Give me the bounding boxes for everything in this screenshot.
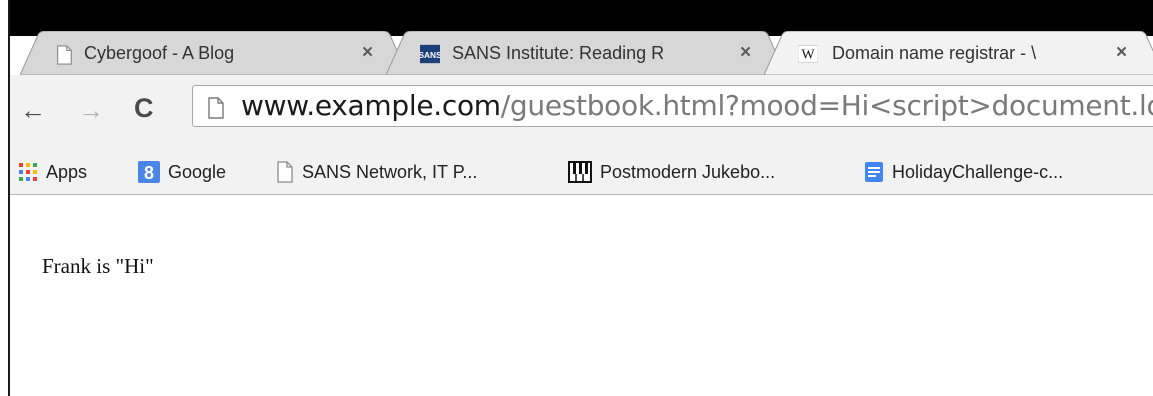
bookmark-google[interactable]: 8 Google: [138, 159, 226, 185]
page-content: Frank is "Hi": [10, 196, 1153, 396]
google-icon: 8: [138, 161, 160, 183]
wikipedia-icon: W: [798, 45, 818, 63]
page-icon: [208, 97, 224, 119]
sans-logo-icon: SANS: [420, 44, 440, 64]
page-icon: [57, 45, 72, 65]
url-path: /guestbook.html?mood=Hi<script>document.…: [500, 89, 1153, 122]
tab-domain-registrar[interactable]: W Domain name registrar - \ ×: [764, 31, 1153, 75]
forward-button[interactable]: →: [78, 95, 104, 126]
tab-title: Cybergoof - A Blog: [84, 43, 235, 63]
svg-text:W: W: [801, 47, 815, 62]
bookmark-apps[interactable]: Apps: [18, 159, 87, 185]
tab-title: SANS Institute: Reading R: [452, 43, 665, 63]
bookmark-label: SANS Network, IT P...: [302, 161, 478, 182]
close-icon[interactable]: ×: [740, 42, 751, 64]
address-bar[interactable]: www.example.com/guestbook.html?mood=Hi<s…: [192, 85, 1153, 127]
browser-window: Cybergoof - A Blog × SANS SANS Institute…: [10, 0, 1153, 396]
bookmarks-bar: Apps 8 Google SANS Network, IT P... Post…: [10, 151, 1153, 195]
reload-button[interactable]: C: [134, 93, 154, 124]
bookmark-sans-network[interactable]: SANS Network, IT P...: [276, 159, 477, 185]
url-host: www.example.com: [241, 89, 501, 122]
piano-icon: [568, 161, 592, 183]
bookmark-label: HolidayChallenge-c...: [892, 161, 1064, 182]
bookmark-label: Google: [168, 161, 227, 182]
guestbook-message: Frank is "Hi": [42, 254, 154, 278]
bookmark-postmodern-jukebox[interactable]: Postmodern Jukebo...: [568, 159, 775, 185]
tab-cybergoof[interactable]: Cybergoof - A Blog ×: [20, 31, 408, 75]
close-icon[interactable]: ×: [1116, 42, 1127, 64]
apps-grid-icon: [19, 163, 37, 181]
bookmark-holiday-challenge[interactable]: HolidayChallenge-c...: [864, 159, 1063, 185]
url-text: www.example.com/guestbook.html?mood=Hi<s…: [241, 89, 1153, 122]
tab-title: Domain name registrar - \: [832, 43, 1037, 63]
page-icon: [277, 161, 293, 183]
docs-icon: [865, 162, 883, 182]
svg-text:SANS: SANS: [420, 50, 440, 60]
bookmark-label: Apps: [46, 161, 88, 182]
tab-sans-institute[interactable]: SANS SANS Institute: Reading R ×: [386, 31, 786, 75]
svg-text:8: 8: [144, 163, 154, 183]
back-button[interactable]: ←: [20, 95, 46, 126]
bookmark-label: Postmodern Jukebo...: [600, 161, 776, 182]
close-icon[interactable]: ×: [362, 42, 373, 64]
toolbar: ← → C www.example.com/guestbook.html?moo…: [10, 75, 1153, 151]
